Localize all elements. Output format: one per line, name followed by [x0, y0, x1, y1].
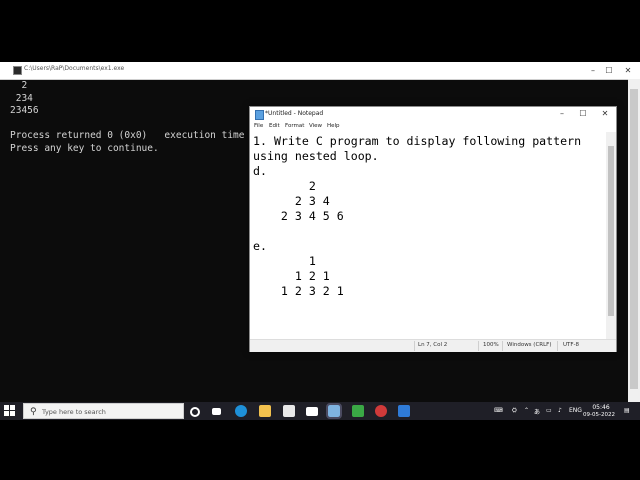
menu-file[interactable]: File — [254, 123, 263, 129]
task-view-icon[interactable] — [212, 408, 221, 415]
keyboard-icon[interactable]: ⌨ — [494, 407, 503, 414]
people-icon[interactable]: ⛭ — [512, 407, 517, 415]
notepad-window[interactable]: *Untitled - Notepad – ☐ ✕ File Edit Form… — [249, 106, 617, 352]
edge-icon[interactable] — [235, 405, 247, 417]
search-icon: ⚲ — [30, 407, 37, 417]
language-icon[interactable]: あ — [534, 407, 540, 416]
notepad-vertical-scrollbar[interactable] — [606, 132, 616, 339]
notepad-titlebar[interactable]: *Untitled - Notepad – ☐ ✕ — [250, 107, 616, 121]
status-divider — [557, 341, 558, 351]
status-line-endings: Windows (CRLF) — [507, 342, 552, 348]
menu-edit[interactable]: Edit — [269, 123, 280, 129]
notepad-content[interactable]: 1. Write C program to display following … — [253, 134, 581, 299]
notepad-icon — [255, 110, 264, 120]
clock-time[interactable]: 05:46 — [590, 404, 612, 411]
status-divider — [502, 341, 503, 351]
cortana-icon[interactable] — [190, 407, 200, 417]
chevron-up-icon[interactable]: ⌃ — [524, 407, 529, 414]
mail-icon[interactable] — [306, 407, 318, 416]
console-scrollbar-thumb[interactable] — [630, 89, 638, 389]
status-divider — [414, 341, 415, 351]
console-taskbar-icon[interactable] — [398, 405, 410, 417]
console-app-icon — [13, 66, 22, 75]
store-icon[interactable] — [283, 405, 295, 417]
console-close-button[interactable]: ✕ — [617, 65, 639, 76]
search-placeholder: Type here to search — [42, 408, 106, 416]
status-divider — [478, 341, 479, 351]
console-title: C:\Users\RaP\Documents\ex1.exe — [24, 65, 125, 72]
notepad-maximize-button[interactable]: ☐ — [572, 108, 594, 119]
menu-format[interactable]: Format — [285, 123, 304, 129]
file-explorer-icon[interactable] — [259, 405, 271, 417]
notepad-text-area[interactable]: 1. Write C program to display following … — [250, 132, 606, 339]
windows-start-icon[interactable] — [4, 405, 16, 417]
status-zoom: 100% — [483, 342, 499, 348]
notepad-minimize-button[interactable]: – — [551, 108, 573, 119]
network-icon[interactable]: ▭ — [546, 407, 552, 414]
console-scrollbar[interactable] — [628, 79, 640, 402]
notification-icon[interactable]: ▤ — [624, 407, 630, 414]
status-cursor-position: Ln 7, Col 2 — [418, 342, 448, 348]
notepad-close-button[interactable]: ✕ — [594, 108, 616, 119]
console-titlebar[interactable]: C:\Users\RaP\Documents\ex1.exe – ☐ ✕ — [0, 62, 640, 80]
notepad-scrollbar-thumb[interactable] — [608, 146, 614, 316]
notepad-menubar: File Edit Format View Help — [250, 121, 616, 132]
notepad-statusbar: Ln 7, Col 2 100% Windows (CRLF) UTF-8 — [250, 339, 616, 352]
menu-help[interactable]: Help — [327, 123, 340, 129]
screen-recorder-icon[interactable] — [375, 405, 387, 417]
menu-view[interactable]: View — [309, 123, 322, 129]
status-encoding: UTF-8 — [563, 342, 580, 348]
taskbar-search-box[interactable]: ⚲ Type here to search — [23, 403, 184, 419]
console-output: 2 234 23456 Process returned 0 (0x0) exe… — [10, 80, 279, 154]
notepad-taskbar-icon[interactable] — [326, 403, 342, 419]
volume-icon[interactable]: ♪ — [558, 407, 562, 414]
codeblocks-icon[interactable] — [352, 405, 364, 417]
clock-date[interactable]: 09-05-2022 — [582, 412, 616, 418]
language-indicator[interactable]: ENG — [569, 407, 582, 414]
notepad-title: *Untitled - Notepad — [265, 110, 324, 117]
taskbar: ⚲ Type here to search ⌨ ⛭ ⌃ あ ▭ ♪ ENG 05… — [0, 402, 640, 420]
